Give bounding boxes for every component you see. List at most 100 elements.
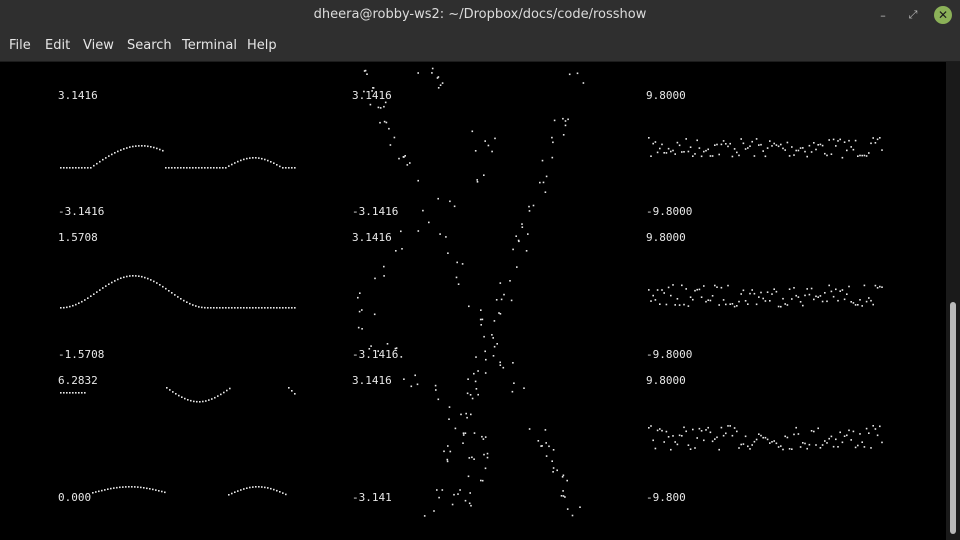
plot-dot [159, 284, 161, 286]
terminal-area[interactable]: 3.1416 -3.1416 3.1416 -3.1416 9.8000 -9.… [0, 62, 946, 540]
plot-dot [437, 197, 439, 200]
plot-dot [512, 362, 514, 364]
plot-dot [881, 441, 883, 444]
plot-dot [797, 296, 800, 298]
plot-dot [119, 486, 121, 489]
plot-dot [568, 73, 571, 76]
plot-dot [802, 147, 804, 149]
plot-dot [562, 495, 565, 497]
plot-dot [760, 434, 762, 437]
plot-dot [486, 452, 489, 455]
plot-dot [515, 235, 517, 237]
menu-file[interactable]: File [9, 38, 31, 53]
plot-dot [791, 298, 793, 300]
plot-dot [457, 283, 460, 285]
plot-dot [670, 294, 672, 297]
plot-dot [652, 439, 654, 442]
plot-dot [711, 295, 714, 297]
plot-dot [477, 393, 479, 396]
plot-dot [467, 475, 470, 478]
plot-dot [433, 510, 435, 512]
plot-dot [69, 392, 71, 394]
plot-dot [470, 413, 472, 416]
plot-dot [819, 295, 822, 297]
close-icon[interactable]: ✕ [934, 6, 952, 24]
plot-dot [672, 284, 674, 286]
plot-dot [749, 145, 751, 147]
plot-dot [123, 148, 125, 150]
scrollbar-thumb[interactable] [950, 302, 956, 534]
plot-dot [718, 153, 720, 156]
plot-dot [404, 155, 406, 157]
menu-search[interactable]: Search [127, 38, 172, 53]
plot-dot [843, 298, 846, 301]
menu-edit[interactable]: Edit [45, 38, 70, 53]
plot-dot [199, 401, 201, 403]
plot-dot [528, 205, 530, 208]
plot-dot [434, 384, 437, 387]
plot-dot [793, 154, 795, 156]
plot-dot [252, 157, 254, 159]
plot-dot [681, 435, 683, 437]
plot-dot [854, 304, 857, 306]
plot-dot [766, 438, 769, 441]
plot-dot [733, 305, 736, 308]
plot-dot [661, 143, 663, 146]
plot-dot [872, 137, 874, 139]
plot-dot [857, 304, 859, 306]
plot-dot [733, 148, 736, 150]
plot-dot [689, 146, 692, 148]
plot-dot [204, 167, 206, 169]
maximize-icon[interactable]: ⤢ [904, 6, 922, 24]
plot-dot [402, 156, 405, 158]
plot-dot [532, 204, 535, 207]
plot-dot [499, 361, 501, 364]
plot-dot [195, 305, 197, 307]
plot-dot [868, 432, 870, 434]
plot-dot [700, 155, 703, 158]
plot-dot [762, 150, 764, 152]
plot-dot [494, 137, 496, 140]
plot-dot [709, 299, 712, 302]
plot-dot [120, 149, 122, 151]
window-titlebar[interactable]: dheera@robby-ws2: ~/Dropbox/docs/code/ro… [0, 0, 960, 30]
menu-view[interactable]: View [83, 38, 114, 53]
plot-dot [552, 449, 555, 451]
plot-dot [579, 506, 581, 508]
plot-dot [84, 167, 86, 169]
plot-dot [436, 489, 438, 491]
plot-dot [700, 296, 703, 298]
plot-dot [738, 154, 740, 157]
plot-dot [255, 157, 257, 159]
plot-dot [656, 151, 659, 154]
plot-dot [431, 72, 433, 74]
plot-dot [544, 429, 547, 431]
plot-dot [782, 297, 784, 300]
plot-dot [108, 155, 110, 157]
minimize-icon[interactable]: – [874, 6, 892, 24]
menu-help[interactable]: Help [247, 38, 277, 53]
plot-dot [564, 124, 567, 127]
plot-dot [843, 141, 846, 143]
plot-dot [817, 296, 819, 298]
plot-dot [175, 393, 177, 395]
plot-dot [448, 418, 450, 420]
plot-dot [808, 144, 811, 147]
plot-dot [395, 250, 397, 252]
plot-dot [874, 142, 877, 144]
plot-dot [484, 372, 487, 374]
plot-dot [225, 307, 227, 309]
plot-dot [237, 490, 239, 492]
plot-dot [476, 179, 478, 181]
plot-dot [760, 143, 762, 146]
plot-dot [846, 434, 848, 437]
plot-dot [846, 149, 848, 152]
plot-dot [551, 136, 553, 139]
plot-dot [168, 167, 170, 169]
plot-dot [114, 280, 116, 282]
plot-dot [279, 307, 281, 309]
plot-dot [552, 467, 555, 469]
plot-dot [762, 436, 764, 439]
menu-terminal[interactable]: Terminal [182, 38, 237, 53]
plot-dot [839, 431, 841, 434]
